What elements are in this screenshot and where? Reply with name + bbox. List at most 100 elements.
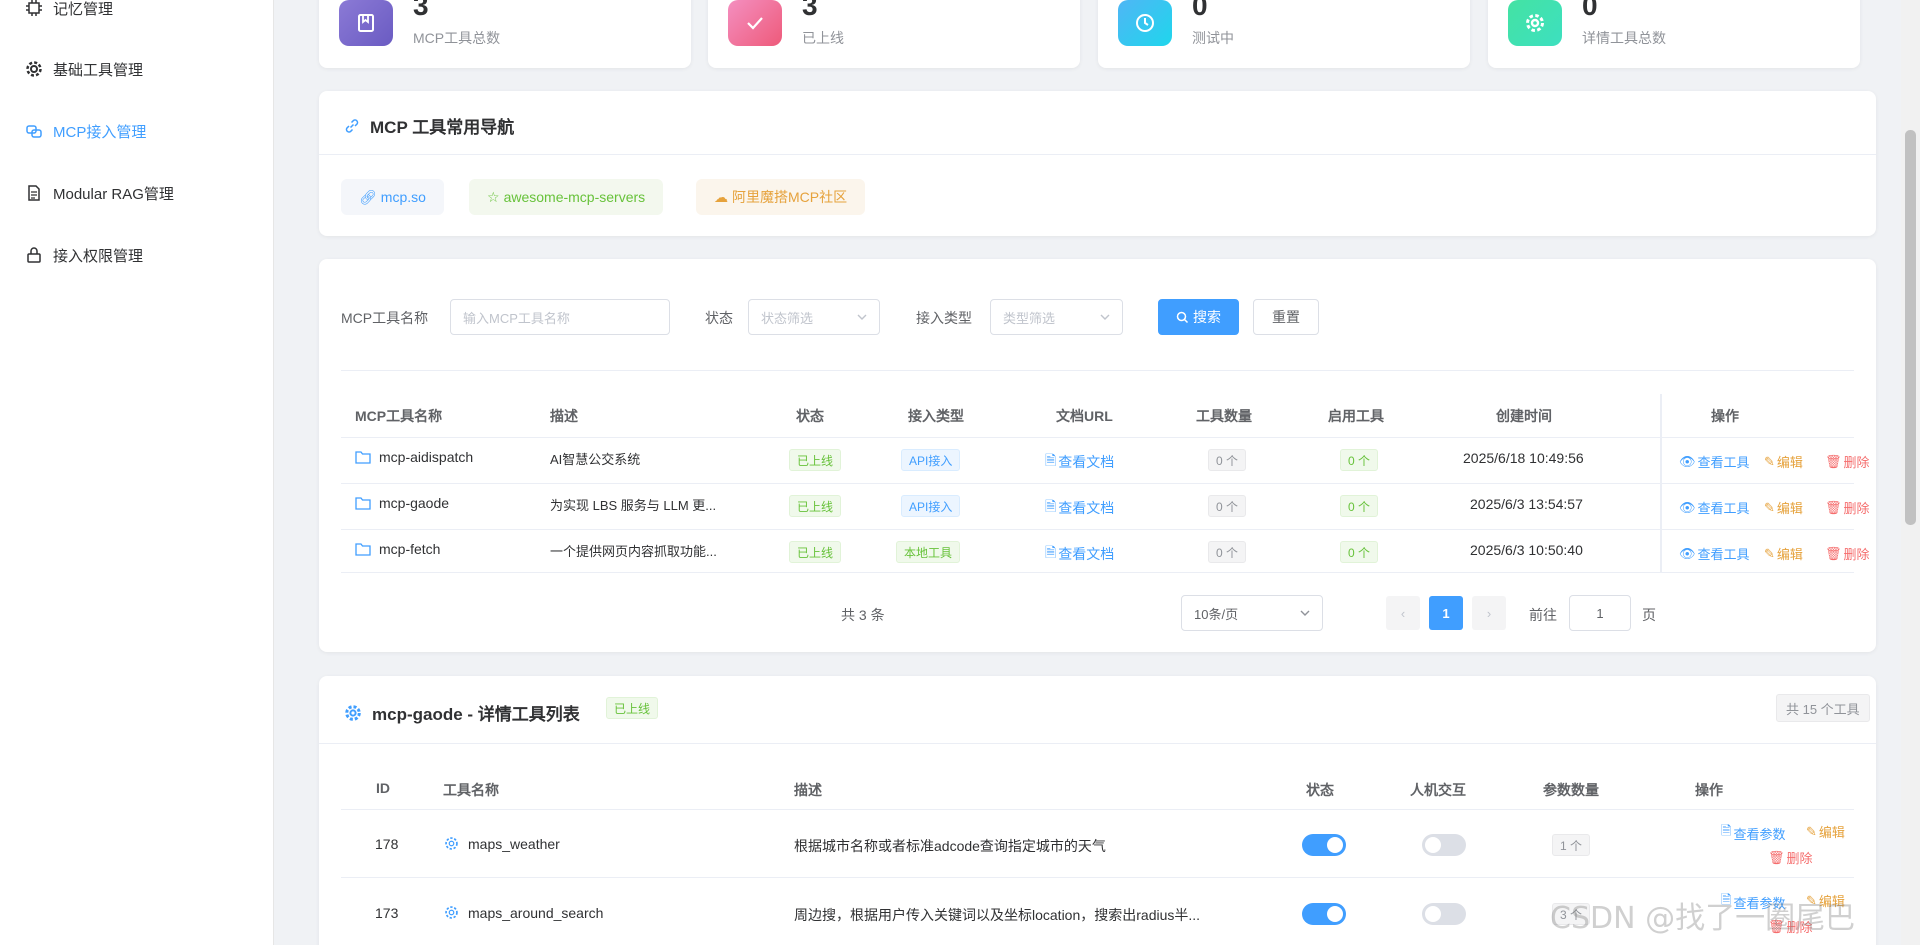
search-button[interactable]: 搜索: [1158, 299, 1239, 335]
edit-button[interactable]: ✎ 编辑: [1764, 544, 1803, 563]
sidebar-item-tools[interactable]: 基础工具管理: [25, 57, 143, 81]
link-icon: [345, 118, 359, 133]
tool-desc: 根据城市名称或者标准adcode查询指定城市的天气: [794, 838, 1106, 854]
delete-button[interactable]: 🗑︎ 删除: [1825, 544, 1870, 563]
view-doc-link[interactable]: 🗎 查看文档: [1045, 450, 1114, 474]
reset-button[interactable]: 重置: [1253, 299, 1319, 335]
star-icon: ☆: [487, 188, 500, 205]
name-filter-label: MCP工具名称: [341, 310, 429, 326]
stat-value: 0: [1582, 0, 1598, 21]
edit-button[interactable]: ✎ 编辑: [1806, 822, 1845, 841]
gear-icon: [445, 906, 458, 919]
status-filter-select[interactable]: 状态筛选: [748, 299, 880, 335]
view-tools-button[interactable]: 👁︎ 查看工具: [1679, 544, 1750, 563]
cloud-icon: ☁︎: [714, 188, 728, 205]
edit-icon: ✎: [1764, 453, 1775, 469]
sidebar-item-mcp[interactable]: MCP接入管理: [25, 119, 146, 143]
stat-value: 0: [1192, 0, 1208, 21]
trash-icon: 🗑︎: [1825, 499, 1842, 515]
prev-page-button[interactable]: ‹: [1386, 596, 1420, 630]
col-header-enabled: 启用工具: [1328, 408, 1384, 424]
trash-icon: 🗑︎: [1825, 453, 1842, 469]
document-icon: [28, 185, 40, 201]
page-scrollbar[interactable]: [1901, 0, 1920, 945]
page-number-button[interactable]: 1: [1429, 596, 1463, 630]
link-icon: [26, 125, 42, 138]
sidebar-item-label: 接入权限管理: [53, 247, 144, 265]
row-desc: 一个提供网页内容抓取功能...: [550, 544, 717, 559]
col-header-id: ID: [376, 780, 390, 796]
sidebar-item-label: 记忆管理: [53, 0, 114, 18]
row-divider: [341, 437, 1854, 438]
mcp-list-card: MCP工具名称 输入MCP工具名称 状态 状态筛选 接入类型 类型筛选 搜索 重…: [319, 259, 1876, 652]
next-page-button[interactable]: ›: [1472, 596, 1506, 630]
book-icon: [339, 0, 393, 46]
type-filter-select[interactable]: 类型筛选: [990, 299, 1123, 335]
stat-value: 3: [413, 0, 429, 21]
chevron-down-icon: [1100, 314, 1110, 320]
created-time: 2025/6/3 13:54:57: [1470, 496, 1583, 512]
status-badge: 已上线: [789, 541, 842, 563]
page-suffix: 页: [1642, 607, 1656, 623]
tool-count-badge: 0 个: [1208, 541, 1247, 563]
tool-id: 178: [375, 836, 399, 852]
row-name: mcp-aidispatch: [379, 449, 474, 465]
edit-button[interactable]: ✎ 编辑: [1764, 452, 1803, 471]
chevron-left-icon: ‹: [1400, 605, 1406, 621]
interactive-toggle[interactable]: [1422, 903, 1466, 925]
chevron-right-icon: ›: [1486, 605, 1492, 621]
scrollbar-thumb[interactable]: [1905, 130, 1916, 525]
col-header-status: 状态: [796, 408, 824, 424]
view-tools-button[interactable]: 👁︎ 查看工具: [1679, 452, 1750, 471]
quick-link-awesome[interactable]: ☆ awesome-mcp-servers: [469, 179, 664, 215]
view-doc-link[interactable]: 🗎 查看文档: [1045, 542, 1114, 566]
pagination-total: 共 3 条: [841, 607, 885, 623]
sidebar-item-memory[interactable]: 记忆管理: [25, 0, 113, 20]
nav-section-card: MCP 工具常用导航 🔗︎ mcp.so ☆ awesome-mcp-serve…: [319, 91, 1876, 236]
view-tools-button[interactable]: 👁︎ 查看工具: [1679, 498, 1750, 517]
document-icon: 🗎: [1045, 544, 1057, 560]
edit-button[interactable]: ✎ 编辑: [1764, 498, 1803, 517]
sidebar-item-permission[interactable]: 接入权限管理: [25, 243, 143, 267]
folder-icon: [355, 543, 371, 556]
row-divider: [341, 483, 1854, 484]
delete-button[interactable]: 🗑︎ 删除: [1825, 452, 1870, 471]
row-divider: [341, 877, 1854, 878]
divider: [341, 370, 1854, 371]
delete-button[interactable]: 🗑︎ 删除: [1825, 498, 1870, 517]
name-filter-input[interactable]: 输入MCP工具名称: [450, 299, 670, 335]
view-doc-link[interactable]: 🗎 查看文档: [1045, 496, 1114, 520]
row-divider: [341, 809, 1854, 810]
sidebar-item-rag[interactable]: Modular RAG管理: [25, 181, 174, 205]
quick-link-mcp-so[interactable]: 🔗︎ mcp.so: [341, 179, 444, 215]
page-size-select[interactable]: 10条/页: [1181, 595, 1323, 631]
check-icon: [728, 0, 782, 46]
delete-button[interactable]: 🗑︎ 删除: [1768, 848, 1813, 867]
link-icon: 🔗︎: [359, 188, 377, 205]
status-toggle[interactable]: [1302, 834, 1346, 856]
col-header-tool-name: 工具名称: [443, 782, 499, 798]
divider: [319, 743, 1876, 744]
status-toggle[interactable]: [1302, 903, 1346, 925]
stat-value: 3: [802, 0, 818, 21]
goto-page-input[interactable]: 1: [1569, 595, 1631, 631]
gear-icon: [1508, 0, 1562, 46]
section-title: mcp-gaode - 详情工具列表: [344, 700, 580, 725]
row-desc: AI智慧公交系统: [550, 452, 641, 467]
status-filter-label: 状态: [705, 310, 733, 326]
view-params-button[interactable]: 🗎 查看参数: [1721, 822, 1785, 844]
tool-count-badge: 0 个: [1208, 449, 1247, 471]
col-header-tool-count: 工具数量: [1196, 408, 1252, 424]
document-icon: 🗎: [1045, 452, 1057, 468]
eye-icon: 👁︎: [1679, 453, 1696, 469]
col-header-actions: 操作: [1695, 782, 1723, 798]
sidebar-item-label: MCP接入管理: [53, 123, 147, 141]
col-header-params: 参数数量: [1543, 782, 1599, 798]
quick-link-modelscope[interactable]: ☁︎ 阿里魔搭MCP社区: [696, 179, 866, 215]
stat-card-online: 3 已上线: [708, 0, 1080, 68]
chevron-down-icon: [857, 314, 867, 320]
interactive-toggle[interactable]: [1422, 834, 1466, 856]
enabled-count-badge: 0 个: [1340, 541, 1379, 563]
col-header-name: MCP工具名称: [355, 408, 443, 424]
row-divider: [341, 572, 1854, 573]
